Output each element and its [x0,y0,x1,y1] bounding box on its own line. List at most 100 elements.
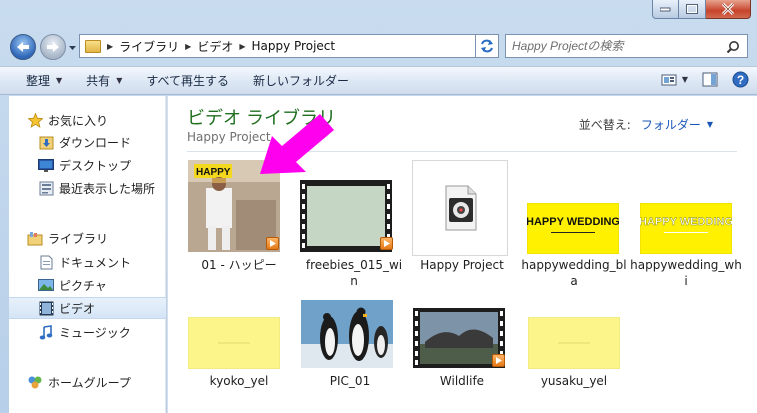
desktop-icon [38,157,54,173]
thumb-text: HAPPY WEDDING [640,216,732,228]
view-icon [661,74,677,85]
file-name: PIC_01 [329,374,371,388]
thumb-text: HAPPY [196,167,231,178]
preview-pane-icon[interactable] [702,72,718,87]
libraries-icon [27,230,43,246]
image-thumbnail [301,300,393,368]
nav-libraries[interactable]: ライブラリ [9,227,166,249]
search-icon[interactable] [726,40,740,54]
search-input[interactable] [506,39,716,53]
play-all-button[interactable]: すべて再生する [134,67,241,94]
file-name: Wildlife [439,374,485,388]
nav-videos[interactable]: ビデオ [9,297,166,319]
chevron-down-icon[interactable]: ▼ [707,120,713,129]
nav-homegroup[interactable]: ホームグループ [9,371,166,393]
close-button[interactable] [706,0,751,19]
image-thumbnail [188,317,280,369]
maximize-button[interactable] [679,0,706,19]
minimize-icon [660,7,671,11]
nav-desktop[interactable]: デスクトップ [9,154,166,176]
pictures-icon [38,277,54,293]
refresh-icon [481,39,493,53]
file-name: 01 - ハッピー [201,258,277,272]
image-thumbnail: HAPPY WEDDING [640,203,732,254]
nav-pictures-label: ピクチャ [59,278,107,293]
nav-recent-places[interactable]: 最近表示した場所 [9,177,166,199]
image-thumbnail [528,317,620,369]
nav-libraries-label: ライブラリ [48,231,109,246]
chevron-down-icon [69,46,76,50]
file-tile[interactable]: Wildlife [406,296,518,406]
recent-places-icon [38,180,54,196]
file-tile[interactable]: HAPPY WEDDING happywedding_wh i [630,160,742,288]
document-icon [38,254,54,270]
breadcrumb-videos[interactable]: ビデオ [197,38,233,55]
arrow-right-icon [47,42,59,52]
annotation-arrow [260,114,334,174]
arrange-by-dropdown[interactable]: フォルダー [641,116,701,133]
breadcrumb-libraries[interactable]: ライブラリ [119,38,179,55]
folder-icon [85,39,101,53]
play-all-label: すべて再生する [146,74,230,88]
play-icon [380,237,393,250]
refresh-button[interactable] [475,34,499,58]
file-tile[interactable]: yusaku_yel [518,296,630,406]
address-bar[interactable]: ▶ ライブラリ ▶ ビデオ ▶ Happy Project ▼ [79,34,499,58]
new-folder-button[interactable]: 新しいフォルダー [241,67,361,94]
image-thumbnail: HAPPY WEDDING [527,203,619,254]
arrange-by-label: 並べ替え: [578,118,631,132]
play-icon [266,237,279,250]
new-folder-label: 新しいフォルダー [253,74,350,88]
organize-menu[interactable]: 整理 ▼ [0,67,74,94]
thumb-text: HAPPY WEDDING [527,216,619,228]
play-icon [492,354,505,367]
homegroup-icon [27,374,43,390]
nav-pictures[interactable]: ピクチャ [9,274,166,296]
chevron-right-icon[interactable]: ▶ [185,42,191,51]
share-menu[interactable]: 共有 ▼ [74,67,134,94]
chevron-right-icon[interactable]: ▶ [239,42,245,51]
svg-text:?: ? [737,73,744,87]
chevron-right-icon[interactable]: ▶ [107,42,113,51]
file-tile[interactable]: kyoko_yel [183,296,295,406]
file-tile[interactable]: HAPPY WEDDING happywedding_bl a [518,160,630,288]
nav-videos-label: ビデオ [59,301,96,316]
nav-downloads[interactable]: ダウンロード [9,131,166,153]
command-bar: 整理 ▼ 共有 ▼ すべて再生する 新しいフォルダー ▼ ? [0,66,757,95]
downloads-folder-icon [38,134,54,150]
star-icon [27,112,43,128]
chevron-down-icon: ▼ [681,75,688,84]
recent-pages-dropdown[interactable] [69,42,77,52]
help-icon[interactable]: ? [732,71,749,88]
minimize-button[interactable] [652,0,679,19]
nav-favorites[interactable]: お気に入り [9,109,166,131]
nav-homegroup-label: ホームグループ [48,375,131,390]
window-controls [652,0,751,20]
music-note-icon [38,324,54,340]
nav-documents[interactable]: ドキュメント [9,251,166,273]
file-name: kyoko_yel [209,374,269,388]
file-tile[interactable]: Happy Project [406,160,518,285]
file-name: happywedding_bl a [521,258,627,288]
breadcrumb-happy-project[interactable]: Happy Project [252,39,336,53]
address-row: ▶ ライブラリ ▶ ビデオ ▶ Happy Project ▼ [0,30,757,62]
nav-music[interactable]: ミュージック [9,321,166,343]
nav-downloads-label: ダウンロード [59,135,132,150]
search-box[interactable] [505,34,748,58]
video-thumbnail [300,180,392,252]
file-tile[interactable]: PIC_01 [294,296,406,406]
nav-recent-places-label: 最近表示した場所 [59,181,156,196]
explorer-window: ▶ ライブラリ ▶ ビデオ ▶ Happy Project ▼ 整理 ▼ 共有 ▼ … [0,0,757,413]
file-name: freebies_015_wi n [305,258,403,288]
maximize-icon [686,4,698,14]
share-label: 共有 [86,74,111,88]
file-name: yusaku_yel [540,374,608,388]
chevron-down-icon: ▼ [56,76,63,85]
arrow-left-icon [17,42,29,52]
forward-button[interactable] [40,34,66,60]
arrange-by: 並べ替え: フォルダー ▼ [579,116,713,133]
change-view-button[interactable]: ▼ [661,73,688,87]
back-button[interactable] [10,34,36,60]
view-controls: ▼ ? [661,71,749,88]
nav-documents-label: ドキュメント [59,255,132,270]
